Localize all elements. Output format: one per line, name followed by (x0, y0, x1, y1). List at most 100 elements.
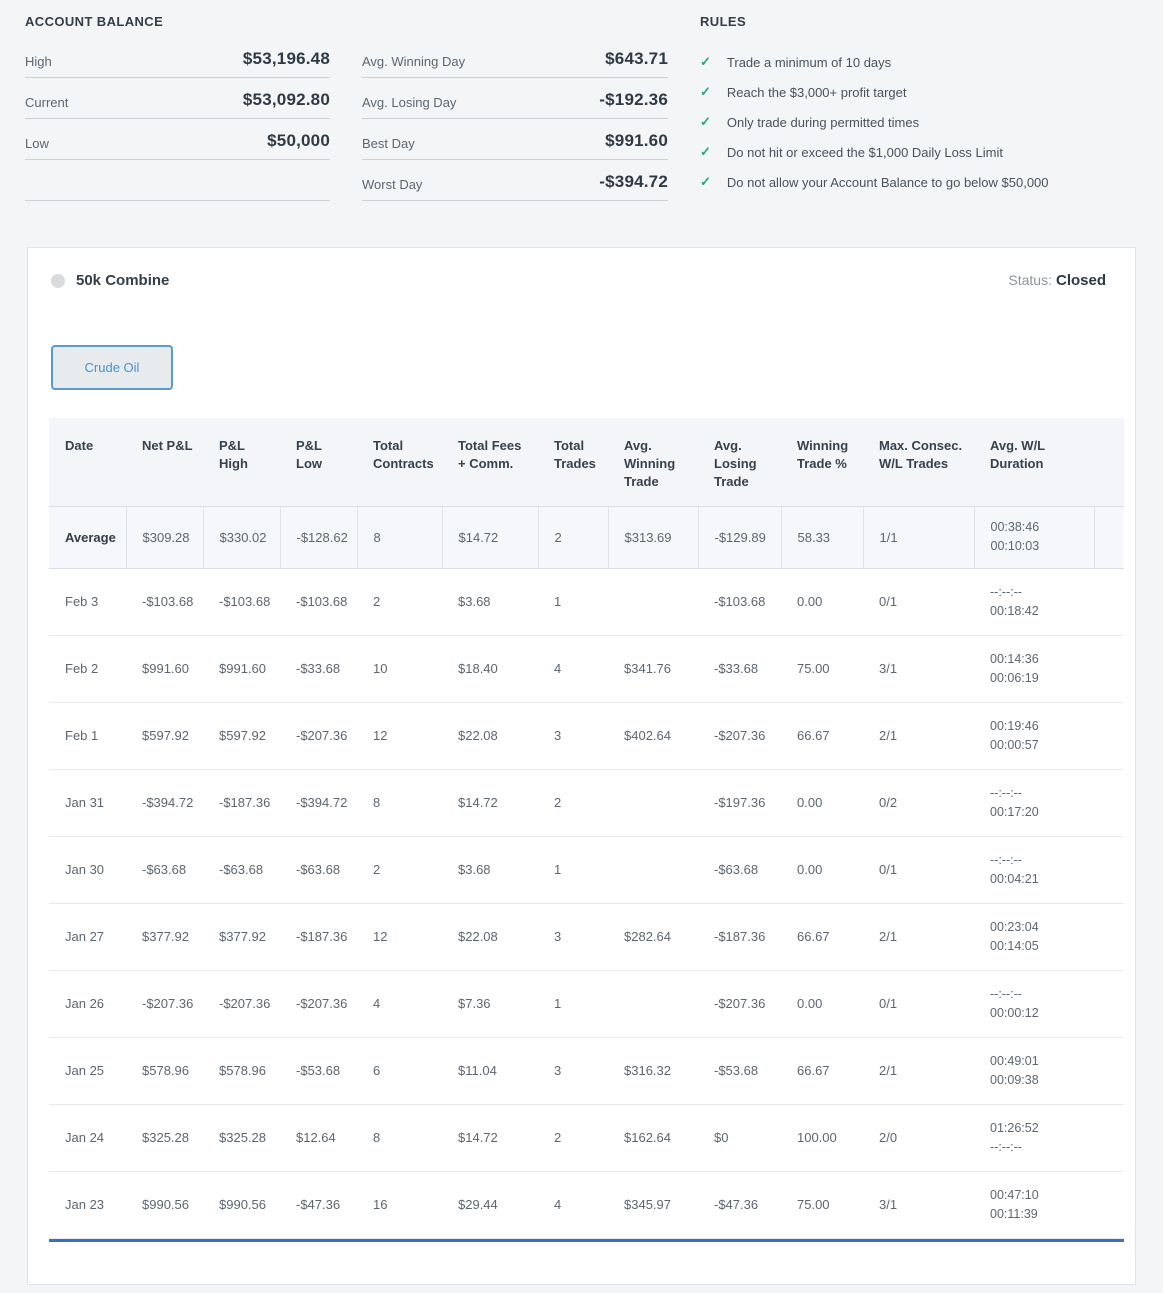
daily-results-table: Date Net P&L P&L High P&L Low Total Contract… (49, 418, 1124, 1239)
table-cell: 66.67 (781, 1037, 863, 1105)
table-cell: -$197.36 (698, 769, 781, 837)
table-cell: -$394.72 (280, 769, 357, 837)
duration-win: --:--:-- (990, 584, 1022, 599)
stat-label: Best Day (362, 136, 415, 151)
column-header: Net P&L (126, 418, 203, 506)
duration-loss: 00:09:38 (990, 1072, 1039, 1087)
rule-item: ✓ Do not allow your Account Balance to go… (700, 167, 1138, 197)
table-cell: $282.64 (608, 903, 698, 971)
table-cell: -$63.68 (126, 836, 203, 904)
stat-label: Low (25, 136, 49, 151)
table-cell: $377.92 (203, 903, 280, 971)
table-cell: 2/1 (863, 1037, 974, 1105)
table-cell: 10 (357, 635, 442, 703)
table-cell: 58.33 (780, 505, 863, 569)
row-spacer (1094, 903, 1124, 971)
table-cell: 0/1 (863, 970, 974, 1038)
rule-text: Do not allow your Account Balance to go … (726, 174, 1049, 190)
column-header: P&L Low (280, 418, 357, 506)
table-cell: -$103.68 (698, 568, 781, 636)
duration-cell: --:--:-- 00:18:42 (974, 568, 1094, 636)
table-cell: 4 (538, 1171, 608, 1239)
duration-loss: 00:10:03 (990, 539, 1040, 553)
table-cell: $597.92 (203, 702, 280, 770)
table-cell: 8 (357, 1104, 442, 1172)
row-spacer (1094, 769, 1124, 837)
table-cell (608, 568, 698, 636)
day-stats-panel: Avg. Winning Day $643.71 Avg. Losing Day -$… (362, 14, 668, 201)
duration-cell: 00:19:46 00:00:57 (974, 702, 1094, 770)
table-bottom-accent (49, 1238, 1124, 1242)
column-header: Total Fees + Comm. (442, 418, 538, 506)
table-cell: $578.96 (126, 1037, 203, 1105)
account-balance-stats: High $53,196.48 Current $53,092.80 Low $50,00… (25, 37, 330, 160)
table-cell: -$128.62 (279, 505, 357, 569)
duration-loss: 00:14:05 (990, 938, 1039, 953)
table-cell: $330.02 (202, 505, 280, 569)
check-icon: ✓ (700, 144, 711, 159)
table-cell (608, 970, 698, 1038)
stat-value: $991.60 (605, 131, 668, 150)
table-cell: $991.60 (126, 635, 203, 703)
duration-win: 00:47:10 (990, 1187, 1039, 1202)
table-cell: $377.92 (126, 903, 203, 971)
column-header-spacer (1094, 418, 1124, 506)
column-header: Avg. Winning Trade (608, 418, 698, 506)
column-header: Avg. Losing Trade (698, 418, 781, 506)
stat-value: $53,196.48 (242, 49, 330, 68)
row-spacer (1094, 568, 1124, 636)
table-cell: -$187.36 (203, 769, 280, 837)
stat-label: Avg. Losing Day (362, 95, 457, 110)
duration-loss: 00:00:57 (990, 737, 1039, 752)
duration-win: --:--:-- (990, 785, 1022, 800)
table-cell: $313.69 (607, 505, 698, 569)
table-cell: -$33.68 (280, 635, 357, 703)
table-cell: -$33.68 (698, 635, 781, 703)
duration-cell: --:--:-- 00:04:21 (974, 836, 1094, 904)
check-icon: ✓ (700, 54, 711, 69)
table-cell: -$187.36 (698, 903, 781, 971)
date-cell: Jan 27 (49, 903, 126, 971)
duration-loss: 00:17:20 (990, 804, 1039, 819)
table-cell: $597.92 (126, 702, 203, 770)
row-spacer (1094, 970, 1124, 1038)
table-cell: $18.40 (442, 635, 538, 703)
duration-win: 00:19:46 (990, 718, 1039, 733)
table-cell: -$207.36 (203, 970, 280, 1038)
table-cell (608, 836, 698, 904)
table-cell: 1 (538, 970, 608, 1038)
table-cell: 2 (357, 568, 442, 636)
table-cell: $578.96 (203, 1037, 280, 1105)
table-cell: $341.76 (608, 635, 698, 703)
column-header: Avg. W/L Duration (974, 418, 1094, 506)
average-row: Average $309.28 $330.02 -$128.62 8 $14.72 2 $31… (49, 505, 1124, 569)
table-cell: -$207.36 (280, 702, 357, 770)
table-cell: -$207.36 (280, 970, 357, 1038)
table-cell: 3 (538, 1037, 608, 1105)
stat-row: Best Day $991.60 (362, 119, 668, 160)
table-row: Feb 3 -$103.68 -$103.68 -$103.68 2 $3.68 1 -$10… (49, 568, 1124, 636)
check-icon: ✓ (700, 114, 711, 129)
rule-text: Only trade during permitted times (726, 114, 920, 130)
table-cell: 0/1 (863, 568, 974, 636)
table-cell: 0.00 (781, 836, 863, 904)
table-cell: -$103.68 (126, 568, 203, 636)
table-cell: 6 (357, 1037, 442, 1105)
tab-crude-oil[interactable]: Crude Oil (51, 345, 173, 390)
table-cell: 2 (538, 769, 608, 837)
table-cell: 8 (356, 505, 442, 569)
row-spacer (1094, 1104, 1124, 1172)
date-cell: Feb 2 (49, 635, 126, 703)
row-spacer (1093, 505, 1124, 569)
table-cell: 12 (357, 702, 442, 770)
table-cell: $309.28 (125, 505, 203, 569)
table-cell: $162.64 (608, 1104, 698, 1172)
column-header: P&L High (203, 418, 280, 506)
duration-loss: --:--:-- (990, 1139, 1022, 1154)
rule-item: ✓ Trade a minimum of 10 days (700, 47, 1138, 77)
table-row: Feb 1 $597.92 $597.92 -$207.36 12 $22.08 3 $402… (49, 702, 1124, 770)
duration-win: 00:14:36 (990, 651, 1039, 666)
summary-section: ACCOUNT BALANCE High $53,196.48 Current $53… (25, 0, 1138, 201)
date-cell: Feb 1 (49, 702, 126, 770)
table-cell: 3 (538, 702, 608, 770)
